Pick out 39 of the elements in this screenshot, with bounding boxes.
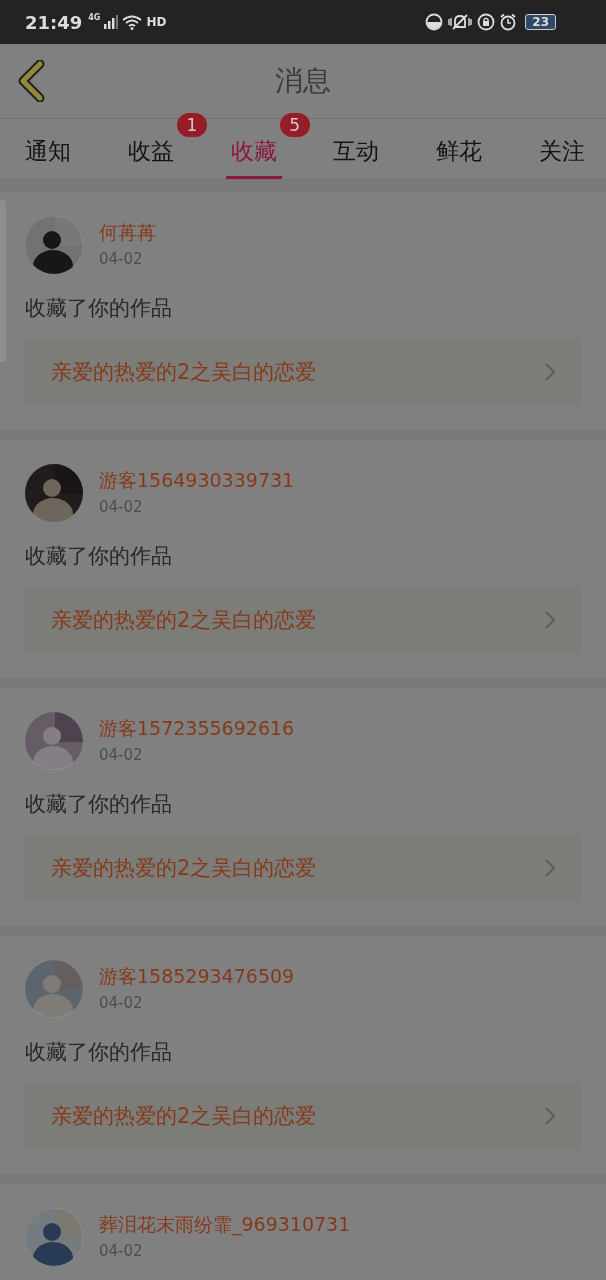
alarm-icon — [499, 13, 518, 31]
tab[interactable]: 鲜花 — [431, 119, 488, 179]
chevron-right-icon — [545, 1107, 555, 1125]
user-name[interactable]: 葬泪花末雨纷霏_969310731 — [99, 1212, 351, 1238]
message-text: 收藏了你的作品 — [25, 1039, 173, 1066]
chevron-right-icon — [545, 363, 555, 381]
message-text: 收藏了你的作品 — [25, 295, 173, 322]
data-saver-icon — [425, 13, 444, 31]
rotation-lock-icon — [477, 13, 496, 31]
work-link[interactable]: 亲爱的热爱的2之吴白的恋爱 — [25, 834, 581, 902]
work-title: 亲爱的热爱的2之吴白的恋爱 — [51, 855, 317, 882]
hd-call-label: HD — [146, 15, 167, 29]
page-title: 消息 — [275, 63, 331, 99]
chevron-right-icon — [545, 611, 555, 629]
message-text: 收藏了你的作品 — [25, 791, 173, 818]
count-badge: 1 — [176, 113, 207, 137]
user-name[interactable]: 游客1572355692616 — [99, 716, 295, 742]
tab[interactable]: 通知 — [20, 119, 76, 179]
back-icon[interactable] — [16, 60, 46, 102]
work-link[interactable]: 亲爱的热爱的2之吴白的恋爱 — [25, 1082, 581, 1150]
battery-level: 23 — [525, 14, 556, 30]
tab[interactable]: 互动 — [328, 119, 385, 179]
work-link[interactable]: 亲爱的热爱的2之吴白的恋爱 — [25, 338, 581, 406]
work-title: 亲爱的热爱的2之吴白的恋爱 — [51, 607, 317, 634]
work-title: 亲爱的热爱的2之吴白的恋爱 — [51, 1103, 317, 1130]
work-title: 亲爱的热爱的2之吴白的恋爱 — [51, 359, 317, 386]
work-link[interactable]: 亲爱的热爱的2之吴白的恋爱 — [25, 586, 581, 654]
count-badge: 5 — [279, 113, 310, 137]
status-time: 21:49 — [25, 11, 83, 33]
user-name[interactable]: 何苒苒 — [99, 220, 156, 246]
tab[interactable]: 收益 — [122, 119, 179, 179]
user-name[interactable]: 游客1564930339731 — [99, 468, 295, 494]
user-name[interactable]: 游客1585293476509 — [99, 964, 295, 990]
network-label: 4G — [88, 13, 101, 22]
signal-icon — [104, 15, 119, 29]
chevron-right-icon — [545, 859, 555, 877]
tab[interactable]: 关注 — [534, 119, 590, 179]
wifi-icon — [122, 14, 143, 30]
message-text: 收藏了你的作品 — [25, 543, 173, 570]
